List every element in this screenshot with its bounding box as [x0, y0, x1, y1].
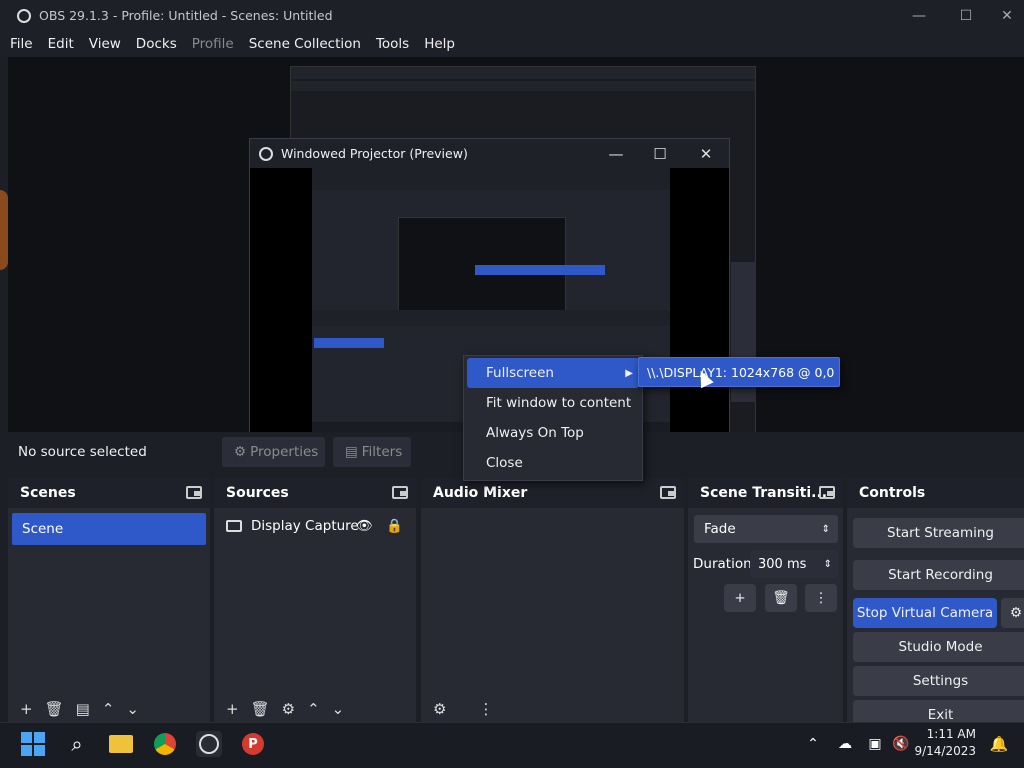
menu-item-fit-window[interactable]: Fit window to content — [467, 388, 639, 418]
menu-tools[interactable]: Tools — [376, 36, 409, 52]
sources-toolbar: + 🗑 ⚙ ⌃ ⌄ — [214, 700, 344, 722]
menu-docks[interactable]: Docks — [136, 36, 177, 52]
menu-scene-collection[interactable]: Scene Collection — [249, 36, 361, 52]
audio-mixer-header: Audio Mixer — [421, 478, 684, 508]
menu-item-close[interactable]: Close — [467, 448, 639, 478]
sources-header: Sources — [214, 478, 416, 508]
scenes-header: Scenes — [8, 478, 210, 508]
taskbar-clock[interactable]: 1:11 AM 9/14/2023 — [914, 726, 976, 760]
source-list-item[interactable]: Display Capture 👁 🔒 — [226, 518, 406, 534]
chevron-down-icon[interactable]: ⌄ — [126, 700, 139, 722]
projector-title: Windowed Projector (Preview) — [281, 146, 468, 161]
controls-dock: Controls Start Streaming Start Recording… — [847, 478, 1024, 730]
trash-icon: 🗑 — [772, 590, 790, 606]
trash-icon[interactable]: 🗑 — [45, 700, 64, 722]
scenes-dock: Scenes Scene + 🗑 ▤ ⌃ ⌄ — [8, 478, 210, 722]
eye-icon[interactable]: 👁 — [356, 518, 373, 534]
speaker-mute-icon[interactable]: 🔇 — [888, 731, 914, 757]
more-vertical-icon[interactable]: ⋮ — [478, 700, 493, 722]
minimize-icon[interactable]: — — [896, 0, 942, 31]
transition-select[interactable]: Fade ⇕ — [694, 515, 838, 543]
more-vertical-icon: ⋮ — [814, 590, 828, 606]
studio-mode-button[interactable]: Studio Mode — [853, 632, 1024, 662]
chevron-updown-icon: ⇕ — [821, 523, 830, 535]
trash-icon[interactable]: 🗑 — [251, 700, 270, 722]
transition-menu-button[interactable]: ⋮ — [805, 584, 837, 612]
lock-icon[interactable]: 🔒 — [386, 518, 403, 534]
menu-profile[interactable]: Profile — [192, 36, 234, 52]
add-icon[interactable]: + — [226, 700, 239, 722]
transitions-header: Scene Transiti... — [688, 478, 843, 508]
scenes-toolbar: + 🗑 ▤ ⌃ ⌄ — [8, 700, 139, 722]
notification-bell-icon[interactable]: 🔔 — [986, 731, 1012, 757]
chevron-down-icon[interactable]: ⌄ — [332, 700, 345, 722]
sources-dock: Sources Display Capture 👁 🔒 + 🗑 ⚙ ⌃ ⌄ — [214, 478, 416, 722]
monitor-icon — [226, 520, 242, 532]
close-icon[interactable]: ✕ — [990, 0, 1024, 31]
obs-logo-icon — [17, 8, 31, 23]
scene-list-item[interactable]: Scene — [12, 513, 206, 545]
menu-bar: File Edit View Docks Profile Scene Colle… — [0, 31, 1024, 56]
chevron-up-icon[interactable]: ⌃ — [307, 700, 320, 722]
duration-label: Duration — [693, 556, 752, 572]
start-recording-button[interactable]: Start Recording — [853, 560, 1024, 590]
context-menu: Fullscreen ▶ Fit window to content Alway… — [463, 355, 643, 481]
search-icon[interactable]: ⌕ — [64, 731, 90, 757]
menu-edit[interactable]: Edit — [48, 36, 74, 52]
spin-arrows-icon[interactable]: ⇕ — [824, 559, 832, 570]
obs-taskbar-icon[interactable] — [196, 731, 222, 757]
clock-time: 1:11 AM — [926, 727, 976, 741]
projector-minimize-icon[interactable]: — — [596, 139, 636, 168]
virtual-camera-settings-button[interactable]: ⚙ — [1001, 598, 1024, 628]
undock-icon[interactable] — [819, 486, 835, 499]
projector-close-icon[interactable]: ✕ — [686, 139, 726, 168]
undock-icon[interactable] — [186, 486, 202, 499]
duration-spinbox[interactable]: 300 ms ⇕ — [750, 550, 838, 578]
submenu-display-item[interactable]: \\.\DISPLAY1: 1024x768 @ 0,0 — [638, 357, 840, 387]
maximize-icon[interactable]: ☐ — [943, 0, 989, 31]
stop-virtual-camera-button[interactable]: Stop Virtual Camera — [853, 598, 997, 628]
obs-logo-icon — [259, 146, 273, 161]
preview-edge-decoration — [0, 190, 8, 270]
filters-button[interactable]: ▤ Filters — [333, 437, 411, 467]
gear-icon: ⚙ — [1009, 605, 1023, 621]
add-icon: + — [734, 590, 746, 606]
submenu-arrow-icon: ▶ — [625, 367, 633, 379]
network-icon[interactable]: ▣ — [862, 731, 888, 757]
windows-start-icon[interactable] — [20, 731, 46, 757]
audio-mixer-dock: Audio Mixer ⚙ ⋮ — [421, 478, 684, 722]
add-icon[interactable]: + — [20, 700, 33, 722]
title-bar: OBS 29.1.3 - Profile: Untitled - Scenes:… — [0, 0, 1024, 31]
undock-icon[interactable] — [392, 486, 408, 499]
menu-view[interactable]: View — [89, 36, 121, 52]
menu-item-always-on-top[interactable]: Always On Top — [467, 418, 639, 448]
settings-button[interactable]: Settings — [853, 666, 1024, 696]
filter-icon[interactable]: ▤ — [76, 700, 90, 722]
scene-transitions-dock: Scene Transiti... Fade ⇕ Duration 300 ms… — [688, 478, 843, 722]
remove-transition-button[interactable]: 🗑 — [765, 584, 797, 612]
window-title: OBS 29.1.3 - Profile: Untitled - Scenes:… — [39, 8, 333, 23]
start-streaming-button[interactable]: Start Streaming — [853, 518, 1024, 548]
clock-date: 9/14/2023 — [914, 744, 976, 758]
menu-help[interactable]: Help — [424, 36, 455, 52]
no-source-label: No source selected — [18, 444, 147, 460]
audio-toolbar: ⚙ ⋮ — [421, 700, 493, 722]
filter-icon: ▤ — [345, 444, 358, 460]
chevron-up-icon[interactable]: ⌃ — [800, 731, 826, 757]
projector-maximize-icon[interactable]: ☐ — [640, 139, 680, 168]
menu-file[interactable]: File — [10, 36, 33, 52]
add-transition-button[interactable]: + — [724, 584, 756, 612]
chevron-up-icon[interactable]: ⌃ — [102, 700, 115, 722]
file-explorer-icon[interactable] — [108, 731, 134, 757]
gear-icon: ⚙ — [234, 444, 247, 460]
gear-icon[interactable]: ⚙ — [282, 700, 295, 722]
chrome-icon[interactable] — [152, 731, 178, 757]
app-p-icon[interactable]: P — [240, 731, 266, 757]
gear-icon[interactable]: ⚙ — [433, 700, 446, 722]
onedrive-icon[interactable]: ☁ — [832, 731, 858, 757]
menu-item-fullscreen[interactable]: Fullscreen ▶ — [467, 358, 639, 388]
undock-icon[interactable] — [660, 486, 676, 499]
properties-button[interactable]: ⚙ Properties — [222, 437, 325, 467]
controls-header: Controls — [847, 478, 1024, 508]
